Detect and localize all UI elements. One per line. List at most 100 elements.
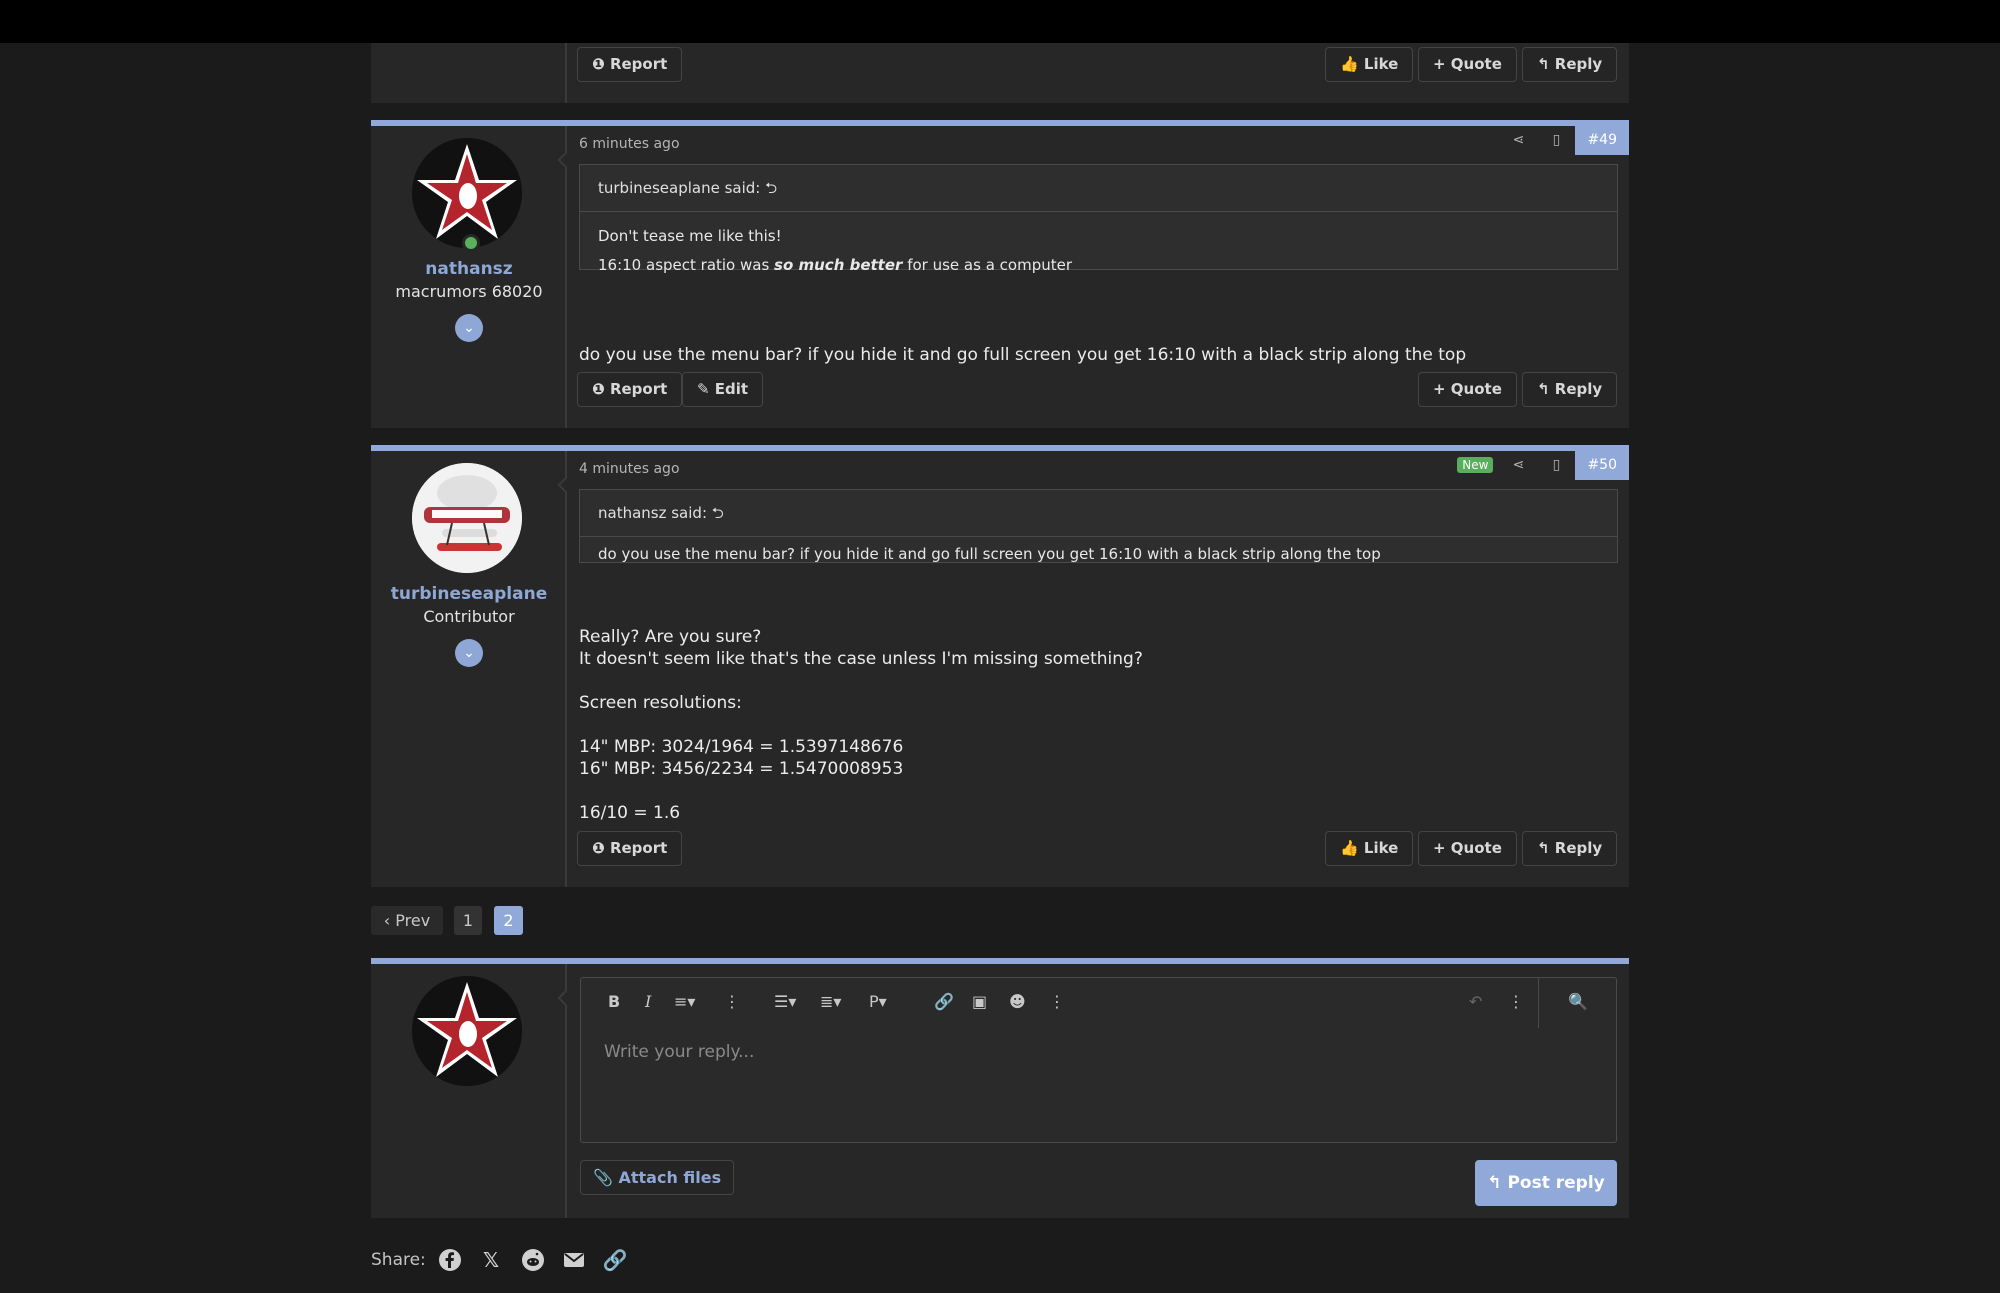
quote-line: 16:10 aspect ratio was so much better fo…	[598, 256, 1072, 274]
body-line	[579, 670, 1143, 692]
go-to-quote-icon[interactable]: ⮌	[712, 504, 724, 522]
x-icon[interactable]: 𝕏	[478, 1248, 504, 1274]
emoji-icon[interactable]: ☻	[1009, 992, 1026, 1011]
post-body: Really? Are you sure? It doesn't seem li…	[579, 626, 1143, 824]
reply-arrow-icon: ↰	[1537, 839, 1555, 857]
reply-button[interactable]: ↰ Reply	[1522, 372, 1618, 407]
pencil-icon: ✎	[697, 380, 715, 398]
username[interactable]: nathansz	[371, 259, 567, 279]
go-to-quote-icon[interactable]: ⮌	[765, 179, 777, 197]
quote-button[interactable]: + Quote	[1418, 47, 1517, 82]
thumbs-up-icon: 👍	[1340, 839, 1364, 857]
post-number[interactable]: #49	[1575, 125, 1629, 155]
body-line: Really? Are you sure?	[579, 627, 762, 647]
share-icon[interactable]: ⋖	[1499, 457, 1537, 473]
plus-icon: +	[1433, 839, 1451, 857]
plus-icon: +	[1433, 380, 1451, 398]
reply-editor[interactable]: B I ≡▾ ⋮ ☰▾ ≣▾ P▾ 🔗 ▣ ☻ ⋮ ↶ ⋮ 🔍 Write yo…	[580, 977, 1617, 1143]
image-icon[interactable]: ▣	[972, 992, 987, 1011]
preview-icon[interactable]: 🔍	[1568, 992, 1588, 1011]
body-line	[579, 714, 1143, 736]
user-title: macrumors 68020	[395, 282, 543, 301]
body-line	[579, 780, 1143, 802]
facebook-icon[interactable]	[437, 1248, 463, 1274]
post-time[interactable]: 6 minutes ago	[579, 136, 680, 152]
link-icon[interactable]: 🔗	[602, 1248, 628, 1274]
quote-block: nathansz said: ⮌ do you use the menu bar…	[579, 489, 1618, 563]
previous-post-main: ❶ Report 👍 Like + Quote ↰ Reply	[567, 43, 1629, 103]
report-icon: ❶	[592, 380, 610, 398]
body-line: It doesn't seem like that's the case unl…	[579, 649, 1143, 669]
post-50-user-column: turbineseaplane Contributor ⌄	[371, 451, 567, 887]
quote-button[interactable]: + Quote	[1418, 831, 1517, 866]
post-reply-button[interactable]: ↰ Post reply	[1475, 1160, 1617, 1206]
username[interactable]: turbineseaplane	[371, 584, 567, 604]
report-button[interactable]: ❶ Report	[577, 372, 683, 407]
avatar[interactable]	[412, 463, 522, 573]
post-50: turbineseaplane Contributor ⌄ 4 minutes …	[371, 445, 1629, 887]
reply-button[interactable]: ↰ Reply	[1522, 831, 1618, 866]
reddit-icon[interactable]	[520, 1248, 546, 1274]
email-icon[interactable]	[561, 1248, 587, 1274]
paperclip-icon: 📎	[593, 1168, 619, 1187]
quote-body: do you use the menu bar? if you hide it …	[580, 537, 1617, 577]
post-actions: New ⋖ ▯ #50	[1457, 450, 1629, 480]
avatar[interactable]	[412, 976, 522, 1086]
post-number[interactable]: #50	[1575, 450, 1629, 480]
reply-arrow-icon: ↰	[1537, 380, 1555, 398]
quote-body: Don't tease me like this! 16:10 aspect r…	[580, 212, 1617, 296]
plus-icon: +	[1433, 55, 1451, 73]
paragraph-icon[interactable]: P▾	[869, 992, 887, 1011]
attach-files-button[interactable]: 📎 Attach files	[580, 1160, 735, 1195]
post-time[interactable]: 4 minutes ago	[579, 461, 680, 477]
like-button[interactable]: 👍 Like	[1325, 47, 1414, 82]
quick-reply-user-column	[371, 964, 567, 1218]
quote-line: do you use the menu bar? if you hide it …	[598, 545, 1381, 563]
body-line: 16" MBP: 3456/2234 = 1.5470008953	[579, 759, 904, 779]
edit-button[interactable]: ✎ Edit	[682, 372, 764, 407]
quote-button[interactable]: + Quote	[1418, 372, 1517, 407]
bookmark-icon[interactable]: ▯	[1537, 132, 1575, 148]
share-label: Share:	[371, 1250, 426, 1270]
chevron-down-icon[interactable]: ⌄	[455, 314, 483, 342]
quote-header[interactable]: nathansz said: ⮌	[580, 490, 1617, 537]
italic-icon[interactable]: I	[645, 992, 651, 1011]
top-black-bar	[0, 0, 2000, 43]
more-icon[interactable]: ⋮	[1049, 992, 1065, 1011]
quote-line: Don't tease me like this!	[598, 227, 782, 245]
online-indicator-icon	[462, 234, 480, 252]
prev-page-button[interactable]: ‹ Prev	[371, 906, 443, 935]
undo-icon[interactable]: ↶	[1469, 992, 1482, 1011]
more-icon[interactable]: ⋮	[724, 992, 740, 1011]
bold-icon[interactable]: B	[608, 992, 620, 1011]
page-2-button[interactable]: 2	[494, 906, 523, 935]
share-icon[interactable]: ⋖	[1499, 132, 1537, 148]
report-button[interactable]: ❶ Report	[577, 831, 683, 866]
toolbar-divider	[1538, 978, 1539, 1028]
avatar[interactable]	[412, 138, 522, 248]
chevron-down-icon[interactable]: ⌄	[455, 639, 483, 667]
quote-header[interactable]: turbineseaplane said: ⮌	[580, 165, 1617, 212]
reply-button[interactable]: ↰ Reply	[1522, 47, 1618, 82]
post-49: nathansz macrumors 68020 ⌄ 6 minutes ago…	[371, 120, 1629, 428]
post-49-user-column: nathansz macrumors 68020 ⌄	[371, 126, 567, 428]
body-line: Screen resolutions:	[579, 693, 742, 713]
page-1-button[interactable]: 1	[454, 906, 482, 935]
red-star-fist-avatar-icon	[412, 976, 522, 1086]
bookmark-icon[interactable]: ▯	[1537, 457, 1575, 473]
align-icon[interactable]: ≣▾	[820, 992, 841, 1011]
report-button[interactable]: ❶ Report	[577, 47, 683, 82]
post-actions: ⋖ ▯ #49	[1499, 125, 1629, 155]
list-icon[interactable]: ☰▾	[774, 992, 796, 1011]
link-icon[interactable]: 🔗	[934, 992, 954, 1011]
text-align-icon[interactable]: ≡▾	[674, 992, 695, 1011]
user-title: Contributor	[423, 607, 515, 626]
new-badge: New	[1457, 457, 1494, 473]
like-button[interactable]: 👍 Like	[1325, 831, 1414, 866]
reply-input[interactable]: Write your reply...	[604, 1042, 754, 1062]
post-body: do you use the menu bar? if you hide it …	[579, 345, 1467, 365]
reply-arrow-icon: ↰	[1537, 55, 1555, 73]
body-line: 16/10 = 1.6	[579, 803, 681, 823]
more-icon[interactable]: ⋮	[1508, 992, 1524, 1011]
quote-block: turbineseaplane said: ⮌ Don't tease me l…	[579, 164, 1618, 274]
